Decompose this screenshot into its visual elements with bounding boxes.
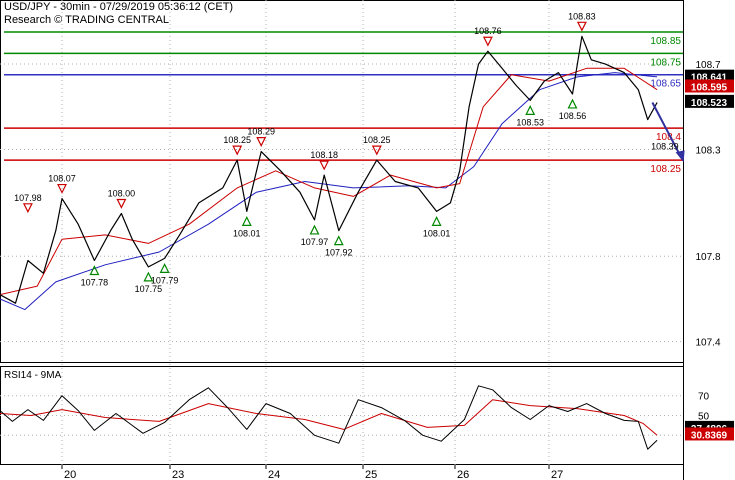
marker-label: 107.78 (81, 278, 109, 288)
chart-title: USD/JPY - 30min - 07/29/2019 05:36:12 (C… (4, 1, 234, 13)
x-tick-label: 26 (457, 469, 469, 480)
marker-label: 107.92 (325, 248, 353, 258)
rsi-ma-line (0, 399, 658, 436)
chart-source: Research © TRADING CENTRAL (4, 14, 169, 26)
price-y-tick: 107.4 (695, 338, 720, 349)
marker-label: 108.29 (247, 127, 275, 137)
level-label: 108.85 (650, 36, 681, 47)
marker-label: 108.18 (310, 150, 338, 160)
marker-label: 108.25 (363, 135, 391, 145)
marker-label: 108.76 (474, 26, 502, 36)
x-tick-label: 27 (551, 469, 563, 480)
rsi-y-tick: 70 (698, 392, 710, 403)
support-marker-icon (431, 216, 442, 226)
support-marker-icon (333, 235, 344, 246)
x-tick-label: 20 (64, 469, 76, 480)
marker-label: 108.56 (559, 111, 587, 121)
marker-label: 108.00 (108, 189, 136, 199)
resistance-marker-icon (232, 145, 243, 156)
resistance-marker-icon (319, 160, 330, 171)
price-y-tick: 107.8 (695, 252, 720, 263)
price-line (0, 35, 658, 304)
marker-label: 107.97 (301, 237, 329, 247)
marker-label: 108.07 (48, 174, 76, 184)
rsi-panel-frame (0, 366, 684, 465)
x-tick-label: 23 (172, 469, 184, 480)
support-marker-icon (309, 224, 320, 235)
marker-label: 107.79 (151, 275, 179, 285)
support-marker-icon (525, 105, 536, 115)
marker-label: 107.98 (14, 193, 42, 203)
forecast-label: 108.39 (651, 141, 679, 151)
level-label: 108.75 (650, 57, 681, 68)
support-marker-icon (567, 98, 578, 109)
level-label: 108.25 (650, 164, 681, 175)
resistance-marker-icon (482, 36, 493, 47)
marker-label: 108.83 (568, 11, 596, 21)
chart-canvas: 108.7108.3107.8107.470503020232425262710… (0, 0, 734, 480)
price-y-tick: 108.7 (695, 60, 720, 71)
rsi-badge-label: 30.8369 (691, 430, 728, 441)
resistance-marker-icon (22, 203, 33, 214)
price-panel-frame (0, 0, 684, 363)
rsi-title: RSI14 - 9MA (4, 370, 62, 381)
marker-label: 108.01 (423, 228, 451, 238)
resistance-marker-icon (116, 198, 127, 209)
x-tick-label: 24 (268, 469, 280, 480)
resistance-marker-icon (576, 21, 587, 32)
support-marker-icon (241, 216, 252, 226)
resistance-marker-icon (371, 145, 382, 156)
price-y-tick: 108.3 (695, 145, 720, 156)
marker-label: 108.01 (233, 228, 261, 238)
resistance-marker-icon (256, 137, 267, 147)
marker-label: 108.53 (516, 117, 544, 127)
marker-label: 107.75 (135, 284, 163, 294)
price-badge-label: 108.523 (691, 98, 728, 109)
price-badge-label: 108.595 (691, 82, 728, 93)
ma-fast-line (0, 67, 658, 296)
marker-label: 108.25 (223, 135, 251, 145)
support-marker-icon (159, 263, 170, 273)
rsi-y-tick: 50 (698, 412, 710, 423)
x-tick-label: 25 (365, 469, 377, 480)
